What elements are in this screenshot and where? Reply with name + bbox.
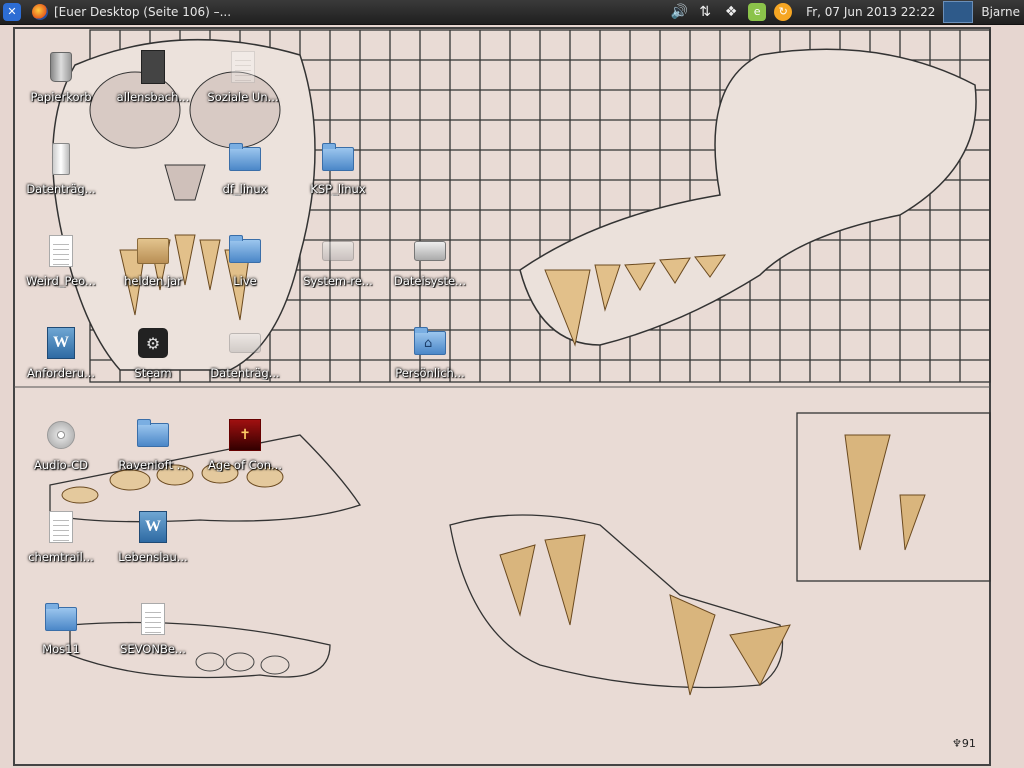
desktop-icon-system-reserved[interactable]: System-re... (293, 234, 383, 304)
desktop-icon-df-linux[interactable]: df_linux (200, 142, 290, 212)
desktop-icon-label: Papierkorb (30, 90, 92, 104)
applications-menu-button[interactable]: ✕ (3, 0, 23, 24)
system-tray: 🔊 ⇅ ❖ e ↻ Fr, 07 Jun 2013 22:22 Bjarne (666, 0, 1024, 24)
usb-drive-icon (52, 143, 70, 175)
desktop-icon-chemtrail[interactable]: chemtrail... (16, 510, 106, 580)
desktop-icon-lebenslauf[interactable]: W Lebenslau... (108, 510, 198, 580)
desktop-icon-label: Lebenslau... (118, 550, 188, 564)
desktop-icon-label: Steam (134, 366, 172, 380)
desktop-icon-label: Ravenloft ... (118, 458, 188, 472)
desktop-icon-label: Live (233, 274, 257, 288)
desktop-icon-label: KSP_linux (310, 182, 366, 196)
word-document-icon: W (139, 511, 167, 543)
folder-icon (322, 143, 354, 171)
desktop-icon-label: Weird_Peo... (26, 274, 96, 288)
document-icon (49, 511, 73, 543)
user-menu[interactable]: Bjarne (981, 0, 1020, 24)
desktop-icon-label: Datenträg... (210, 366, 280, 380)
cd-icon (47, 421, 75, 449)
taskbar-window-title: [Euer Desktop (Seite 106) –... (54, 5, 232, 19)
desktop-icon-label: Persönlich... (395, 366, 465, 380)
desktop-icon-label: Dateisyste... (393, 274, 467, 288)
workspace-switcher[interactable] (943, 1, 974, 23)
desktop-icon-weird-peo[interactable]: Weird_Peo... (16, 234, 106, 304)
desktop-icon-ravenloft[interactable]: Ravenloft ... (108, 418, 198, 488)
desktop-icon-age-of-conan[interactable]: ✝ Age of Con... (200, 418, 290, 488)
desktop-icon-mos11[interactable]: Mos11 (16, 602, 106, 672)
desktop-icon-label: Age of Con... (208, 458, 282, 472)
document-icon (49, 235, 73, 267)
top-panel: ✕ [Euer Desktop (Seite 106) –... 🔊 ⇅ ❖ e… (0, 0, 1024, 25)
desktop-icon-steam[interactable]: ⚙ Steam (108, 326, 198, 396)
taskbar-window-button[interactable]: [Euer Desktop (Seite 106) –... (32, 0, 292, 24)
xubuntu-logo-icon: ✕ (3, 3, 21, 21)
desktop-icon-label: Anforderu... (26, 366, 96, 380)
desktop-icon-ksp-linux[interactable]: KSP_linux (293, 142, 383, 212)
evernote-icon[interactable]: e (748, 3, 767, 21)
desktop-icon-soziale[interactable]: Soziale Un... (198, 50, 288, 120)
desktop-icon-allensbach[interactable]: allensbach... (108, 50, 198, 120)
desktop-icon-label: df_linux (222, 182, 268, 196)
desktop-icon-persoenlicher-ordner[interactable]: ⌂ Persönlich... (385, 326, 475, 396)
folder-icon (229, 143, 261, 171)
folder-icon (229, 235, 261, 263)
desktop-icon-label: Mos11 (42, 642, 80, 656)
trash-icon (50, 52, 72, 82)
desktop-icon-datentraeger-usb[interactable]: Datenträg... (16, 142, 106, 212)
desktop-icon-label: allensbach... (116, 90, 190, 104)
firefox-icon (32, 4, 48, 20)
folder-icon (137, 419, 169, 447)
network-arrows-icon[interactable]: ⇅ (696, 3, 714, 21)
desktop-icon-label: System-re... (303, 274, 373, 288)
drive-icon (414, 241, 446, 261)
folder-icon (45, 603, 77, 631)
book-icon (141, 50, 165, 84)
desktop-icon-label: chemtrail... (28, 550, 94, 564)
home-folder-icon: ⌂ (414, 327, 446, 355)
document-icon (231, 51, 255, 83)
desktop-icon-live[interactable]: Live (200, 234, 290, 304)
desktop-icon-sevonbe[interactable]: SEVONBe... (108, 602, 198, 672)
clock[interactable]: Fr, 07 Jun 2013 22:22 (806, 0, 935, 24)
desktop-icon-helden-jar[interactable]: helden.jar (108, 234, 198, 304)
drive-icon (322, 241, 354, 261)
desktop-icon-label: Audio-CD (34, 458, 88, 472)
archive-icon (137, 238, 169, 264)
desktop-icon-label: helden.jar (124, 274, 182, 288)
game-icon: ✝ (229, 419, 261, 451)
word-document-icon: W (47, 327, 75, 359)
wallpaper-signature-icon: ♆91 (952, 737, 976, 750)
desktop-icon-papierkorb[interactable]: Papierkorb (16, 50, 106, 120)
desktop-icon-datentraeger[interactable]: Datenträg... (200, 326, 290, 396)
desktop-icon-label: SEVONBe... (120, 642, 186, 656)
dropbox-icon[interactable]: ❖ (722, 3, 740, 21)
drive-icon (229, 333, 261, 353)
desktop-icon-dateisystem[interactable]: Dateisyste... (385, 234, 475, 304)
desktop-icon-anforderungen[interactable]: W Anforderu... (16, 326, 106, 396)
desktop-icon-label: Datenträg... (26, 182, 96, 196)
update-notifier-icon[interactable]: ↻ (774, 3, 793, 21)
volume-icon[interactable]: 🔊 (670, 3, 688, 21)
steam-icon: ⚙ (138, 328, 168, 358)
desktop-icon-audio-cd[interactable]: Audio-CD (16, 418, 106, 488)
desktop-icon-label: Soziale Un... (207, 90, 279, 104)
document-icon (141, 603, 165, 635)
